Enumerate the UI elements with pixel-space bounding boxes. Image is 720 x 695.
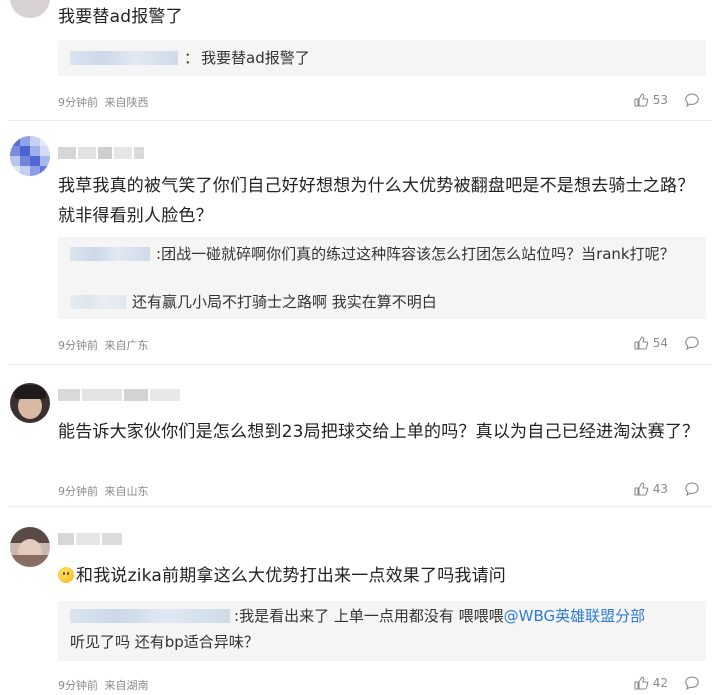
comment-location: 来自广东 [104, 339, 149, 352]
comment-text: 我要替ad报警了 [58, 7, 183, 27]
quote-text: 团战一碰就碎啊你们真的练过这种阵容该怎么打团怎么站位吗？当rank打呢？ [161, 245, 675, 263]
thumbs-up-icon [633, 335, 649, 351]
comment-bubble-icon[interactable] [684, 92, 700, 108]
avatar[interactable] [10, 527, 50, 567]
comment-text: 我草我真的被气笑了你们自己好好想想为什么大优势被翻盘吧是不是想去骑士之路？就非得… [58, 176, 695, 226]
comment-location: 来自陕西 [104, 96, 149, 109]
avatar[interactable] [10, 0, 50, 18]
like-button[interactable]: 53 [633, 92, 668, 108]
comment-location: 来自山东 [104, 485, 149, 498]
comment-2: 我草我真的被气笑了你们自己好好想想为什么大优势被翻盘吧是不是想去骑士之路？就非得… [0, 121, 720, 366]
quote-text: 听见了吗 还有bp适合异味？ [70, 633, 259, 651]
thumbs-up-icon [633, 481, 649, 497]
comment-bubble-icon[interactable] [684, 335, 700, 351]
like-button[interactable]: 43 [633, 481, 668, 497]
comment-meta: 9分钟前 来自陕西 [58, 94, 149, 110]
quote-text: 我要替ad报警了 [201, 49, 310, 67]
comment-time: 9分钟前 [58, 339, 98, 352]
like-button[interactable]: 54 [633, 335, 668, 351]
quote-text: 还有赢几小局不打骑士之路啊 我实在算不明白 [132, 293, 437, 311]
like-button[interactable]: 42 [633, 675, 668, 691]
thumbs-up-icon [633, 92, 649, 108]
comment-bubble-icon[interactable] [684, 675, 700, 691]
comment-meta: 9分钟前 来自湖南 [58, 677, 149, 693]
username[interactable] [58, 387, 180, 403]
comment-meta: 9分钟前 来自山东 [58, 483, 149, 499]
quote-text: 我是看出来了 上单一点用都没有 喂喂喂 [239, 607, 504, 625]
like-count: 43 [652, 482, 668, 496]
avatar[interactable] [10, 383, 50, 423]
thumbs-up-icon [633, 675, 649, 691]
blurred-username [70, 609, 230, 623]
like-count: 53 [652, 93, 668, 107]
username[interactable] [58, 531, 122, 547]
blurred-username [70, 247, 150, 261]
comment-bubble-icon[interactable] [684, 481, 700, 497]
comment-4: 和我说zika前期拿这么大优势打出来一点效果了吗我请问 :我是看出来了 上单一点… [0, 507, 720, 695]
comment-location: 来自湖南 [104, 679, 149, 692]
avatar[interactable] [10, 136, 50, 176]
comment-time: 9分钟前 [58, 679, 98, 692]
smile-emoji-icon [58, 567, 74, 583]
like-count: 42 [652, 676, 668, 690]
comment-meta: 9分钟前 来自广东 [58, 337, 149, 353]
quoted-reply: :我是看出来了 上单一点用都没有 喂喂喂@WBG英雄联盟分部 听见了吗 还有bp… [58, 601, 706, 661]
comment-3: 能告诉大家伙你们是怎么想到23局把球交给上单的吗？真以为自己已经进淘汰赛了？ 9… [0, 365, 720, 507]
comment-time: 9分钟前 [58, 96, 98, 109]
blurred-username [70, 51, 178, 65]
comment-time: 9分钟前 [58, 485, 98, 498]
username[interactable] [58, 145, 144, 161]
mention-link[interactable]: @WBG英雄联盟分部 [504, 607, 645, 625]
comment-text: 和我说zika前期拿这么大优势打出来一点效果了吗我请问 [58, 561, 708, 591]
quoted-reply: ：我要替ad报警了 [58, 40, 706, 76]
quoted-reply: :团战一碰就碎啊你们真的练过这种阵容该怎么打团怎么站位吗？当rank打呢？ 还有… [58, 237, 706, 319]
comment-text: 能告诉大家伙你们是怎么想到23局把球交给上单的吗？真以为自己已经进淘汰赛了？ [58, 422, 700, 442]
like-count: 54 [652, 336, 668, 350]
blurred-username [70, 295, 126, 309]
comment-1: 我要替ad报警了 ：我要替ad报警了 9分钟前 来自陕西 53 [0, 0, 720, 118]
